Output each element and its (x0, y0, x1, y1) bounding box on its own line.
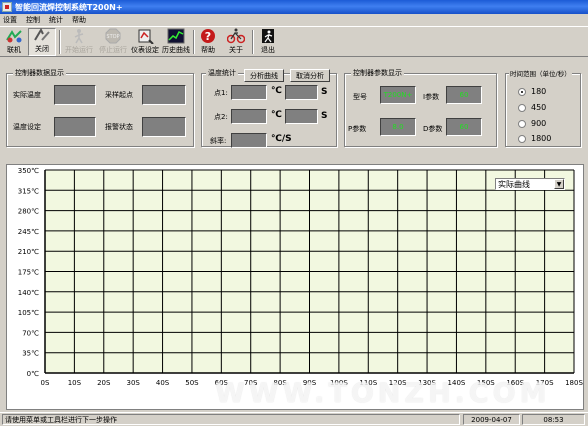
y-tick-label: 315℃ (18, 187, 39, 195)
y-tick-label: 105℃ (18, 309, 39, 317)
x-tick-label: 150S (477, 379, 495, 387)
x-tick-label: 100S (330, 379, 348, 387)
x-tick-label: 70S (244, 379, 258, 387)
x-tick-label: 60S (215, 379, 229, 387)
x-tick-label: 160S (506, 379, 524, 387)
x-tick-label: 0S (41, 379, 50, 387)
x-tick-label: 40S (156, 379, 170, 387)
status-bar: 请使用菜单或工具栏进行下一步操作 2009-04-07 08:53 (0, 412, 588, 426)
curve-type-dropdown[interactable]: 实际曲线 ▼ (495, 178, 565, 190)
x-tick-label: 120S (389, 379, 407, 387)
x-tick-label: 170S (536, 379, 554, 387)
y-tick-label: 70℃ (22, 329, 39, 337)
y-tick-label: 210℃ (18, 248, 39, 256)
x-tick-label: 180S (565, 379, 583, 387)
y-tick-label: 140℃ (18, 289, 39, 297)
x-tick-label: 130S (418, 379, 436, 387)
y-tick-label: 280℃ (18, 208, 39, 216)
x-tick-label: 80S (273, 379, 287, 387)
y-tick-label: 0℃ (27, 370, 39, 378)
y-tick-label: 350℃ (18, 167, 39, 175)
y-tick-label: 35℃ (22, 350, 39, 358)
x-tick-label: 110S (359, 379, 377, 387)
temperature-chart: 0S 10S 20S 30S 40S 50S 60S 70S 80S 90S 100S 110S 120… (18, 167, 584, 387)
x-tick-label: 90S (303, 379, 317, 387)
status-message: 请使用菜单或工具栏进行下一步操作 (2, 414, 460, 425)
chevron-down-icon[interactable]: ▼ (554, 179, 564, 189)
status-date: 2009-04-07 (463, 414, 520, 425)
x-tick-label: 20S (97, 379, 111, 387)
y-tick-label: 245℃ (18, 228, 39, 236)
curve-type-value: 实际曲线 (498, 179, 530, 189)
status-time: 08:53 (522, 414, 585, 425)
x-tick-label: 10S (68, 379, 82, 387)
x-tick-label: 30S (126, 379, 140, 387)
x-tick-label: 140S (448, 379, 466, 387)
x-tick-label: 50S (185, 379, 199, 387)
y-tick-label: 175℃ (18, 269, 39, 277)
